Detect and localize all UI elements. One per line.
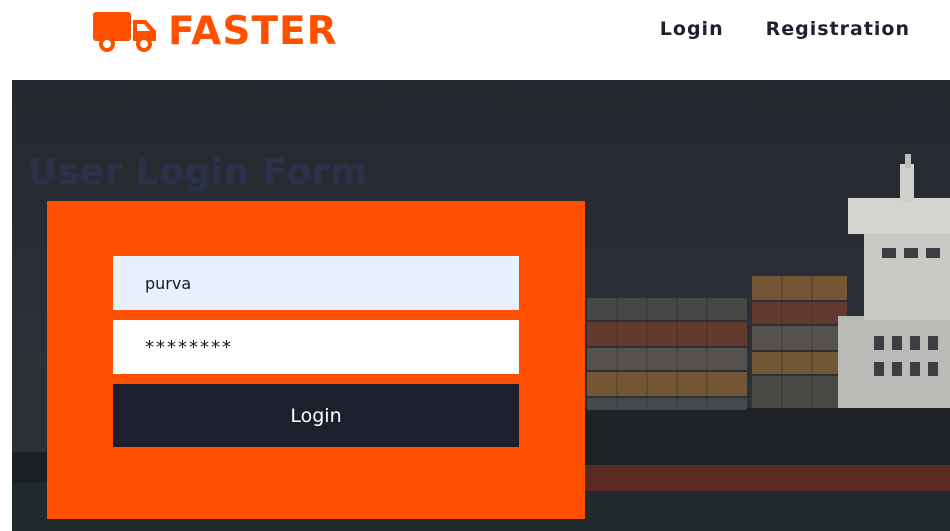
login-form: Login (47, 201, 585, 519)
brand-name: FASTER (168, 9, 338, 54)
username-input[interactable] (113, 256, 519, 310)
main-nav: Login Registration (660, 18, 910, 40)
truck-icon (93, 12, 156, 52)
login-button[interactable]: Login (113, 384, 519, 447)
password-input[interactable] (113, 320, 519, 374)
site-header: FASTER Login Registration (0, 0, 950, 80)
page-title: User Login Form (28, 152, 368, 193)
nav-login-link[interactable]: Login (660, 18, 724, 40)
brand-logo[interactable]: FASTER (92, 9, 338, 55)
nav-registration-link[interactable]: Registration (766, 18, 910, 40)
